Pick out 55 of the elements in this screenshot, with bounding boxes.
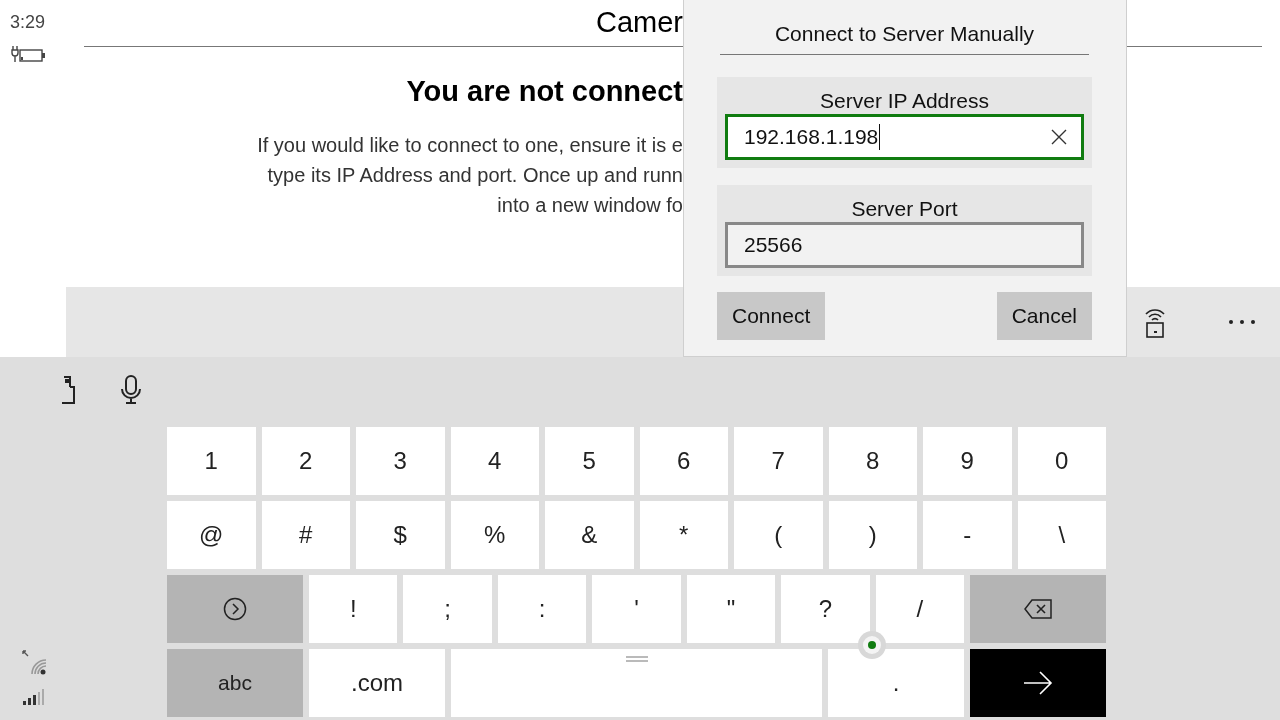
key[interactable]: $ (356, 501, 445, 569)
key[interactable]: : (497, 575, 587, 643)
message-text: If you would like to connect to one, ensure it is e (257, 133, 683, 158)
wireless-device-icon[interactable] (1144, 306, 1166, 338)
input-field[interactable]: 25566 (725, 222, 1084, 268)
clear-icon[interactable] (1051, 129, 1067, 145)
key[interactable]: & (545, 501, 634, 569)
key[interactable]: 7 (734, 427, 823, 495)
key[interactable]: 6 (639, 427, 728, 495)
key[interactable]: ( (734, 501, 823, 569)
input-field[interactable]: 192.168.1.198 (725, 114, 1084, 160)
field-label: Server IP Address (819, 89, 990, 111)
message-text: into a new window fo (497, 193, 683, 218)
key[interactable]: " (686, 575, 776, 643)
field-label: Server Port (850, 197, 959, 219)
key[interactable]: ! (309, 575, 398, 643)
key[interactable]: / (875, 575, 964, 643)
key[interactable]: 1 (167, 427, 256, 495)
microphone-icon[interactable] (120, 375, 142, 405)
touch-point-icon (857, 630, 887, 660)
cancel-button[interactable]: Cancel (996, 292, 1092, 340)
chevron-circle-icon (223, 597, 247, 621)
page-title: Camer (595, 5, 683, 39)
key[interactable]: @ (167, 501, 256, 569)
key[interactable]: # (261, 501, 350, 569)
key[interactable]: 8 (828, 427, 917, 495)
key[interactable]: 5 (545, 427, 634, 495)
battery-charging-icon (10, 45, 46, 63)
key[interactable]: 9 (923, 427, 1012, 495)
key[interactable]: ) (828, 501, 917, 569)
heading: You are not connect (405, 75, 683, 108)
signal-icon (22, 688, 46, 706)
key[interactable]: % (450, 501, 539, 569)
key[interactable]: ; (403, 575, 492, 643)
wifi-icon (22, 650, 48, 676)
arrow-right-icon (1023, 671, 1053, 695)
connect-button[interactable]: Connect (717, 292, 826, 340)
key[interactable]: * (639, 501, 728, 569)
key[interactable]: ? (781, 575, 870, 643)
key[interactable]: . (828, 649, 964, 717)
grip-icon (625, 655, 648, 663)
key[interactable]: 0 (1017, 427, 1106, 495)
mode-key[interactable]: abc (167, 649, 303, 717)
key[interactable]: ' (592, 575, 681, 643)
backspace-icon (1023, 599, 1052, 619)
key[interactable]: - (923, 501, 1012, 569)
key[interactable]: 3 (356, 427, 445, 495)
key[interactable]: \ (1017, 501, 1106, 569)
key[interactable]: .com (309, 649, 445, 717)
key[interactable]: 2 (261, 427, 350, 495)
more-icon[interactable] (1228, 319, 1256, 325)
key[interactable]: 4 (450, 427, 539, 495)
dialog-title: Connect to Server Manually (720, 0, 1089, 55)
message-text: type its IP Address and port. Once up and runn (267, 163, 683, 188)
clock-time: 3:29 (10, 12, 46, 33)
